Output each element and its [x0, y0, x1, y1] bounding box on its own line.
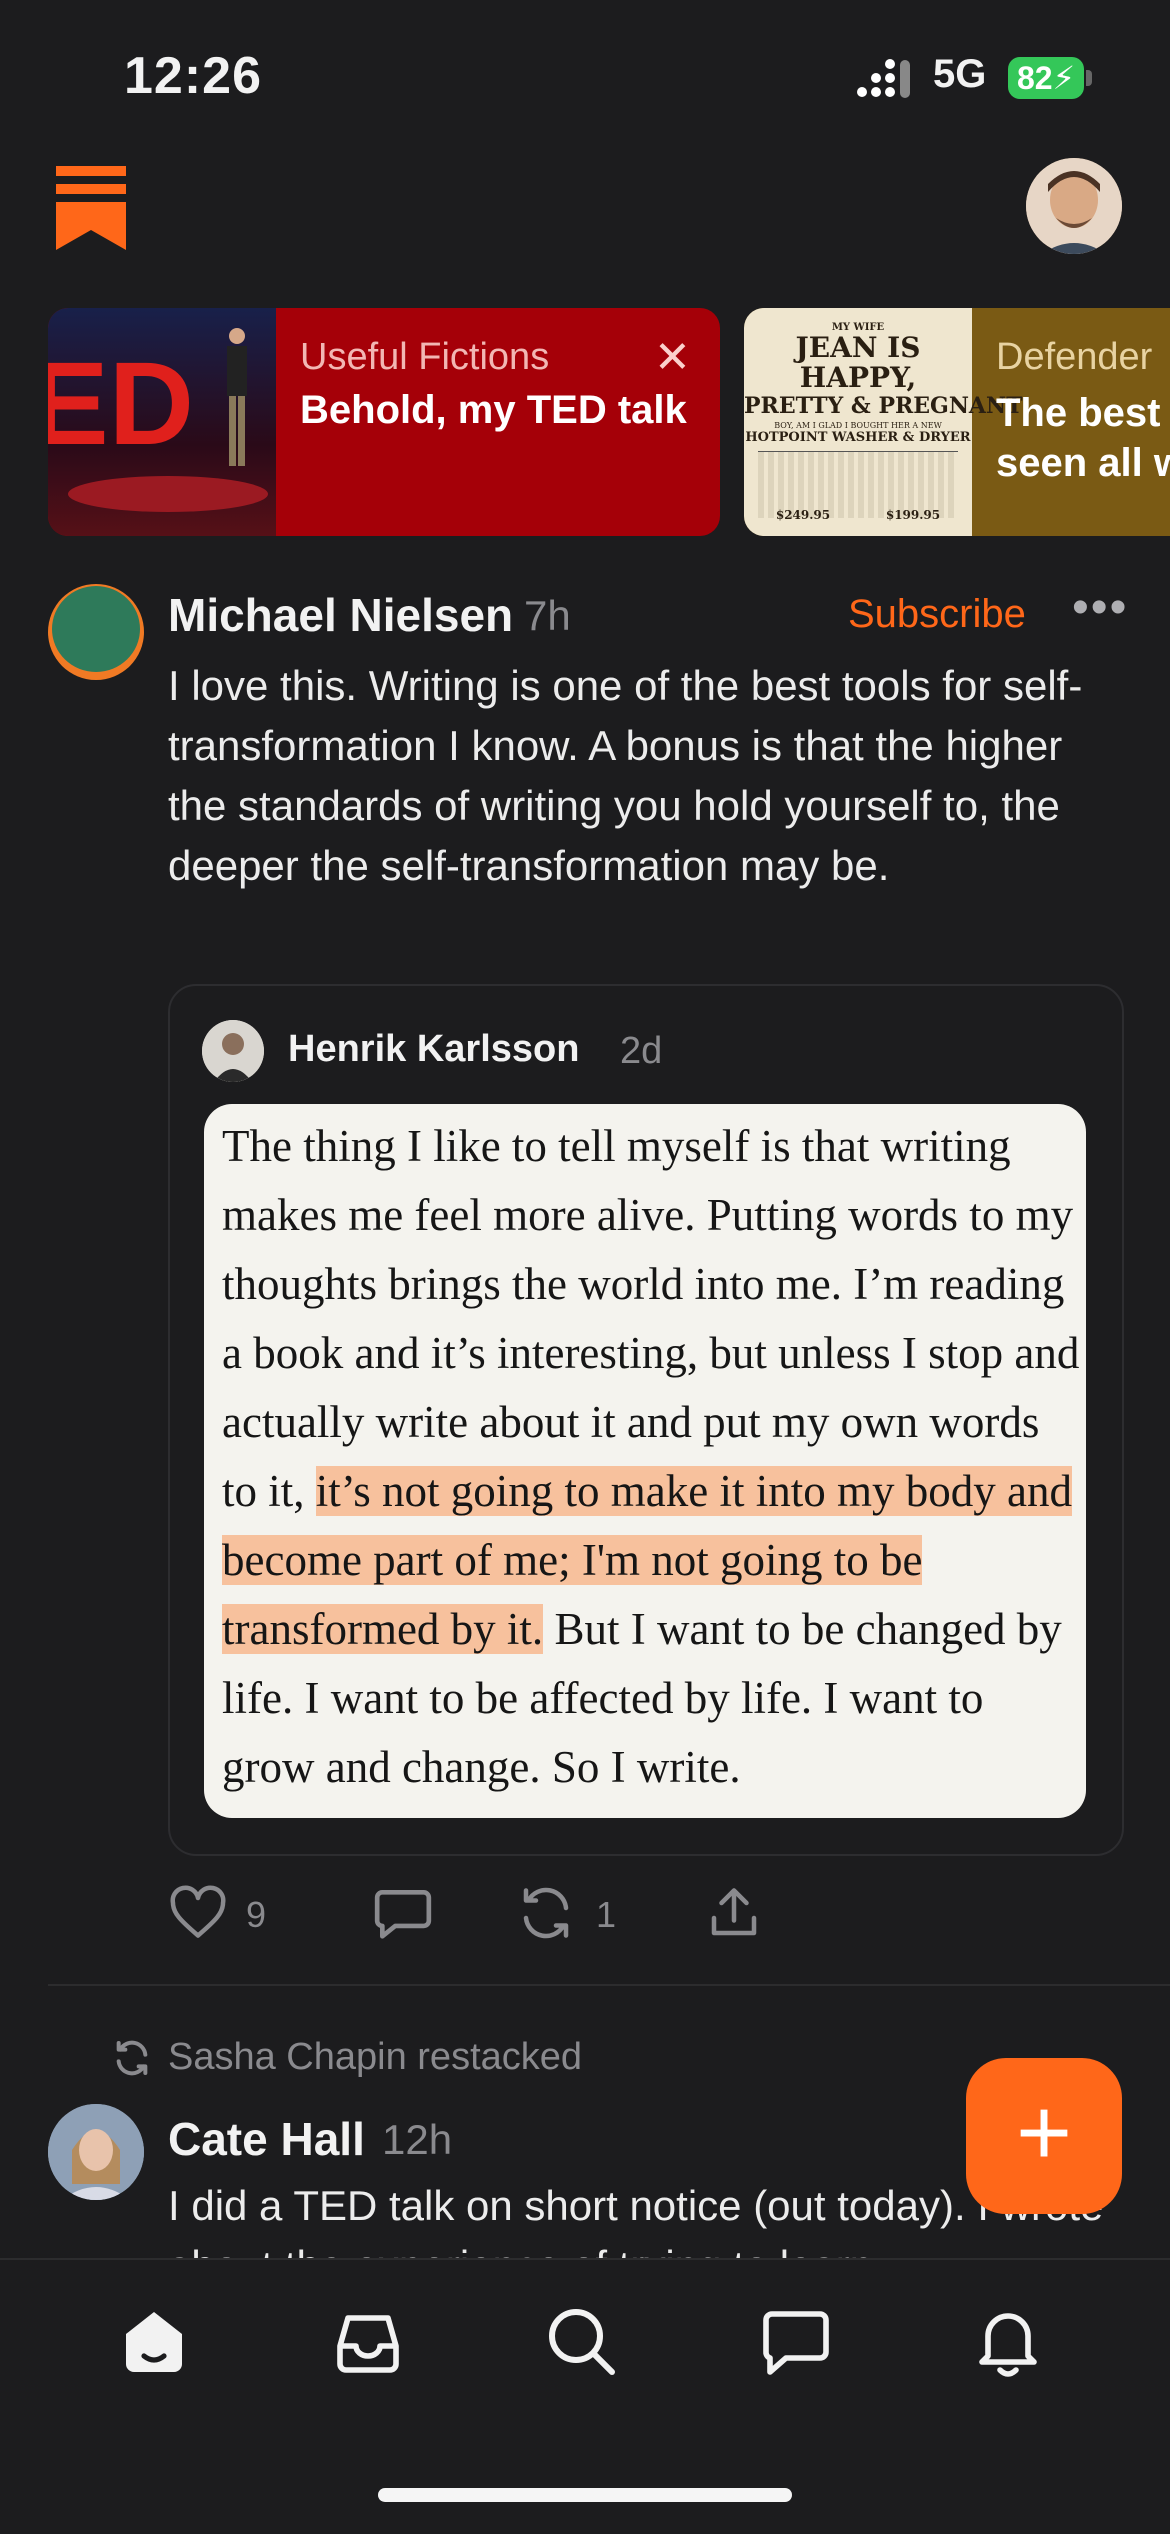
card-publication: Defender: [996, 336, 1153, 378]
card-publication: Useful Fictions: [300, 336, 550, 378]
speaker-figure-icon: [227, 328, 247, 466]
ad-price: $249.95: [775, 508, 831, 522]
substack-logo-icon[interactable]: [56, 166, 126, 250]
network-type: 5G: [933, 52, 987, 96]
close-icon[interactable]: ✕: [654, 332, 691, 383]
home-icon[interactable]: [114, 2302, 194, 2382]
post-time: 12h: [382, 2116, 453, 2163]
card-title-line: The best: [996, 391, 1161, 435]
comment-icon[interactable]: [372, 1880, 434, 1946]
author-face-icon: [48, 2104, 144, 2200]
author-name[interactable]: Cate Hall: [168, 2112, 365, 2166]
quoted-face-icon: [202, 1020, 264, 1082]
ad-prices: $249.95 $199.95: [748, 508, 968, 522]
card-title: Behold, my TED talk: [300, 388, 687, 432]
heart-icon[interactable]: [168, 1880, 228, 1946]
ad-line: HOTPOINT WASHER & DRYER: [745, 430, 971, 445]
signal-icon: [857, 59, 910, 98]
card-title-line: seen all w: [996, 441, 1170, 485]
ted-talk-thumbnail: ED: [48, 308, 276, 536]
feed-divider: [48, 1984, 1170, 1986]
vintage-ad-thumbnail: MY WIFE JEAN IS HAPPY, PRETTY & PREGNANT…: [744, 308, 1023, 536]
battery-cap: [1086, 70, 1092, 86]
ted-letters: ED: [48, 338, 194, 470]
share-icon[interactable]: [704, 1880, 764, 1946]
search-icon[interactable]: [542, 2302, 622, 2382]
quote-text: The thing I like to tell myself is that …: [222, 1112, 1082, 1802]
profile-face-icon: [1026, 158, 1122, 254]
stage-circle: [68, 476, 268, 512]
quoted-author-name[interactable]: Henrik Karlsson: [288, 1028, 579, 1071]
restack-count: 1: [596, 1894, 617, 1935]
author-avatar[interactable]: [48, 2104, 144, 2200]
restack-icon[interactable]: [516, 1880, 576, 1946]
author-name[interactable]: Michael Nielsen: [168, 588, 513, 642]
card-title: The best seen all w: [996, 388, 1170, 488]
status-time: 12:26: [124, 47, 262, 105]
charging-icon: ⚡: [1052, 60, 1076, 96]
battery-level: 82: [1016, 60, 1053, 96]
chat-icon[interactable]: [756, 2302, 836, 2382]
avatar-circle: [52, 586, 140, 672]
compose-button[interactable]: +: [966, 2058, 1122, 2214]
home-indicator: [378, 2488, 792, 2502]
battery-indicator: 82⚡: [1008, 57, 1084, 99]
subscribe-button[interactable]: Subscribe: [848, 592, 1026, 637]
more-options-icon[interactable]: •••: [1072, 580, 1128, 635]
ad-line: PRETTY & PREGNANT: [744, 393, 1023, 419]
restacked-icon: [116, 2040, 148, 2076]
author-avatar[interactable]: [48, 584, 144, 680]
ad-line: JEAN IS HAPPY,: [795, 331, 921, 394]
quote-text-part: The thing I like to tell myself is that …: [222, 1121, 1080, 1516]
quoted-author-avatar: [202, 1020, 264, 1082]
profile-avatar[interactable]: [1026, 158, 1122, 254]
post-body: I love this. Writing is one of the best …: [168, 662, 1083, 889]
restacked-by-label[interactable]: Sasha Chapin restacked: [168, 2036, 582, 2079]
like-count: 9: [246, 1894, 267, 1935]
featured-card-defender[interactable]: MY WIFE JEAN IS HAPPY, PRETTY & PREGNANT…: [744, 308, 1170, 536]
ad-price: $199.95: [885, 508, 941, 522]
inbox-icon[interactable]: [328, 2302, 408, 2382]
bell-icon[interactable]: [968, 2302, 1048, 2382]
quoted-time: 2d: [620, 1030, 663, 1072]
featured-card-useful-fictions[interactable]: ED Useful Fictions Behold, my TED talk ✕: [48, 308, 720, 536]
post-time: 7h: [524, 592, 571, 639]
ad-line: BOY, AM I GLAD I BOUGHT HER A NEW: [774, 421, 942, 430]
